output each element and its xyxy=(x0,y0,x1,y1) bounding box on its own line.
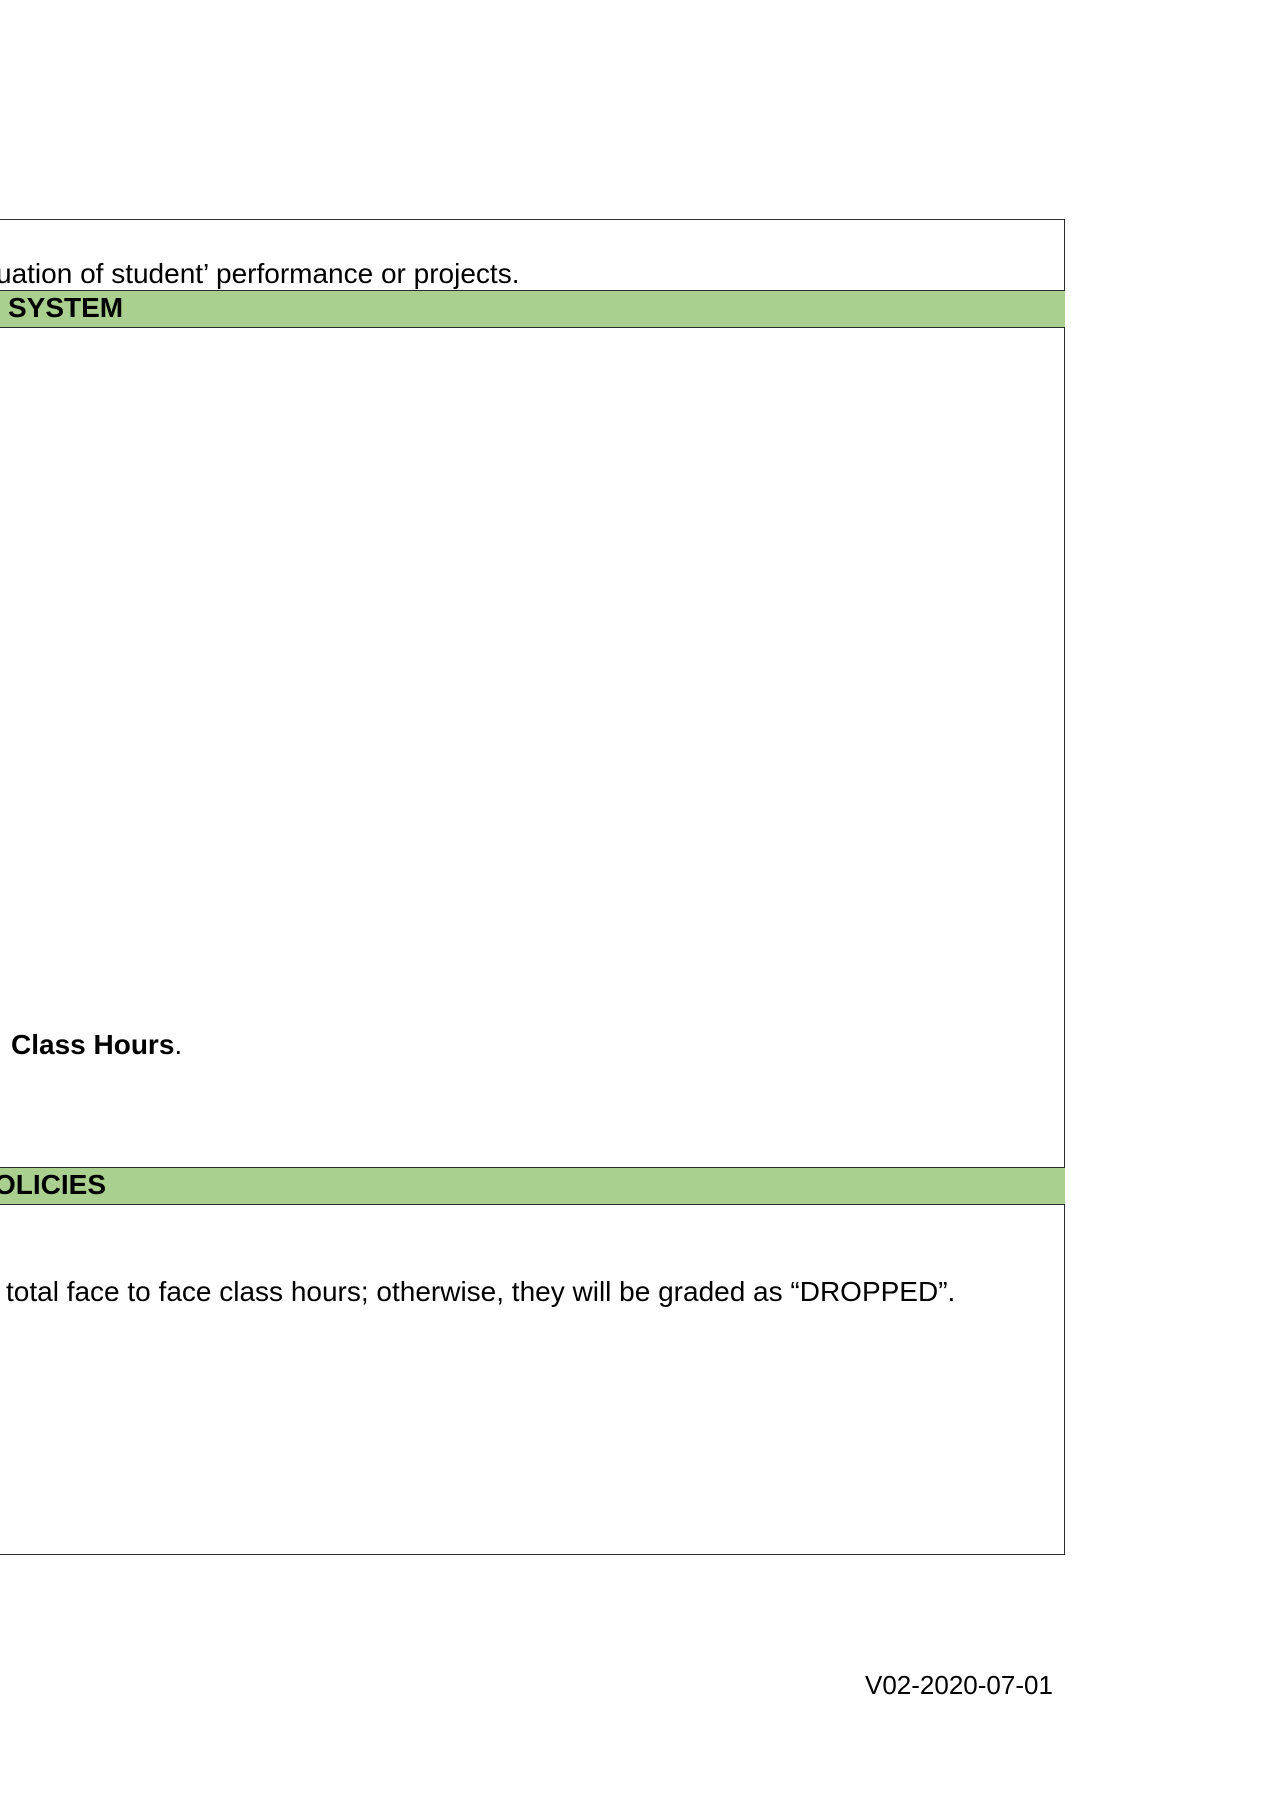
grading-system-header: SYSTEM xyxy=(0,290,1065,328)
document-table-frame xyxy=(0,219,1065,1555)
attendance-policy-text: total face to face class hours; otherwis… xyxy=(6,1276,956,1307)
policies-header: OLICIES xyxy=(0,1167,1065,1205)
class-hours-label: Class Hours xyxy=(11,1029,175,1060)
grading-system-header-label: SYSTEM xyxy=(8,292,124,323)
evaluation-text: uation of student’ performance or projec… xyxy=(0,258,520,289)
policies-header-label: OLICIES xyxy=(0,1169,107,1200)
version-footer: V02-2020-07-01 xyxy=(865,1670,1053,1700)
class-hours-line: Class Hours. xyxy=(11,1029,182,1061)
class-hours-period: . xyxy=(174,1029,183,1060)
